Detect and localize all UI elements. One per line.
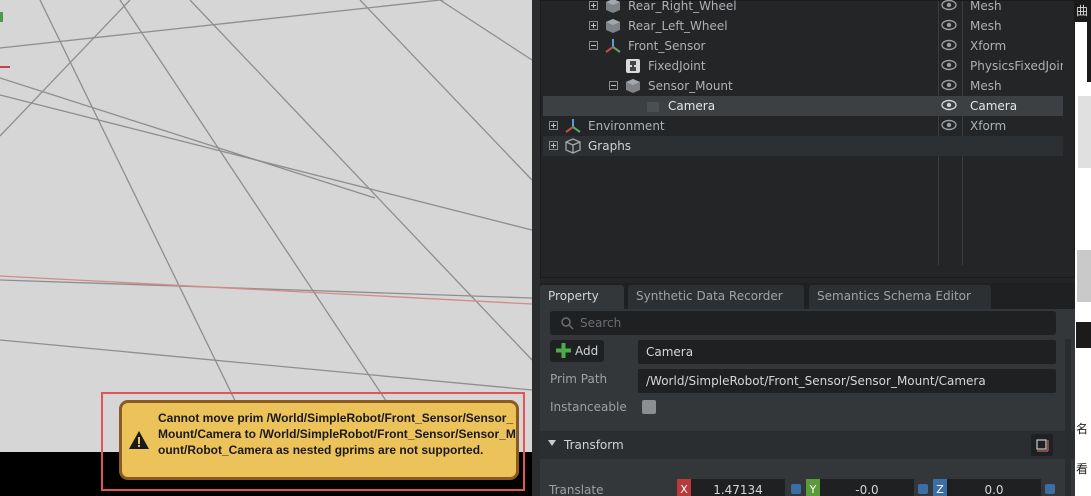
prim-name-field[interactable]: Camera xyxy=(638,340,1056,364)
expand-icon[interactable] xyxy=(549,121,558,130)
xform-axes-icon xyxy=(565,119,581,133)
visibility-eye-icon[interactable] xyxy=(941,119,957,131)
tree-row-front-sensor[interactable]: Front_Sensor Xform xyxy=(543,36,1063,56)
tab-semantics-schema-editor[interactable]: Semantics Schema Editor xyxy=(809,285,991,309)
mesh-cube-icon xyxy=(606,19,620,33)
axis-y-label: Y xyxy=(806,479,820,496)
collapse-triangle-icon[interactable] xyxy=(548,440,556,446)
mesh-cube-icon xyxy=(606,0,620,13)
transform-frame-icon xyxy=(1036,439,1049,452)
transform-title: Transform xyxy=(564,438,624,452)
tree-row-type: Mesh xyxy=(970,79,1002,93)
expand-icon[interactable] xyxy=(549,141,558,150)
warning-notification[interactable]: Cannot move prim /World/SimpleRobot/Fron… xyxy=(119,400,519,480)
tree-row-label: Rear_Left_Wheel xyxy=(628,19,728,33)
notification-text: Cannot move prim /World/SimpleRobot/Fron… xyxy=(158,411,516,457)
tree-row-label: Front_Sensor xyxy=(628,39,706,53)
visibility-eye-icon[interactable] xyxy=(941,79,957,91)
camera-icon xyxy=(647,102,659,112)
tree-row-label: Camera xyxy=(668,99,716,113)
tree-row-type: Mesh xyxy=(970,0,1002,13)
visibility-eye-icon[interactable] xyxy=(941,59,957,71)
translate-z-field[interactable]: 0.0 xyxy=(947,479,1041,496)
expand-icon[interactable] xyxy=(589,1,598,10)
background-text: 看 xyxy=(1076,462,1089,476)
xform-axes-icon xyxy=(605,39,621,53)
warning-icon xyxy=(129,431,149,449)
tree-row-label: Environment xyxy=(588,119,665,133)
keyframe-y-icon[interactable] xyxy=(918,484,928,494)
property-scrollbar[interactable] xyxy=(1065,339,1071,496)
collapse-icon[interactable] xyxy=(589,41,598,50)
tree-row-label: FixedJoint xyxy=(648,59,706,73)
axis-x-label: X xyxy=(677,479,691,496)
background-image xyxy=(1078,96,1091,168)
tree-row-type: Mesh xyxy=(970,19,1002,33)
background-window: 曲 名 看 xyxy=(1075,0,1091,496)
joint-icon xyxy=(626,59,640,73)
transform-options-button[interactable] xyxy=(1031,434,1053,456)
instanceable-label: Instanceable xyxy=(550,400,627,414)
prim-path-field[interactable]: /World/SimpleRobot/Front_Sensor/Sensor_M… xyxy=(638,369,1056,393)
tree-row-type: Xform xyxy=(970,39,1007,53)
keyframe-x-icon[interactable] xyxy=(791,484,801,494)
property-panel: Search Add Camera Prim Path /World/Simpl… xyxy=(540,309,1075,496)
tab-synthetic-data-recorder[interactable]: Synthetic Data Recorder xyxy=(628,285,804,309)
transform-section-header[interactable]: Transform xyxy=(540,431,1075,459)
tree-row-fixed-joint[interactable]: FixedJoint PhysicsFixedJoint xyxy=(543,56,1063,76)
prim-path-label: Prim Path xyxy=(550,372,608,386)
plus-icon xyxy=(556,343,571,358)
tree-row-label: Graphs xyxy=(588,139,632,153)
panel-splitter[interactable] xyxy=(532,0,540,496)
collapse-icon[interactable] xyxy=(609,81,618,90)
tree-row-type: Camera xyxy=(970,99,1018,113)
property-search-input[interactable]: Search xyxy=(550,311,1056,335)
tree-row-sensor-mount[interactable]: Sensor_Mount Mesh xyxy=(543,76,1063,96)
keyframe-z-icon[interactable] xyxy=(1045,484,1055,494)
add-button-label: Add xyxy=(575,344,599,358)
visibility-eye-icon[interactable] xyxy=(941,19,957,31)
translate-x-field[interactable]: 1.47134 xyxy=(691,479,785,496)
tree-row-type: PhysicsFixedJoint xyxy=(970,59,1063,73)
tree-row-rear-right-wheel[interactable]: Rear_Right_Wheel Mesh xyxy=(543,0,1063,16)
add-button[interactable]: Add xyxy=(550,340,604,362)
background-text: 名 xyxy=(1076,422,1089,436)
tree-row-label: Rear_Right_Wheel xyxy=(628,0,737,13)
property-tabs: Property Synthetic Data Recorder Semanti… xyxy=(540,283,1075,309)
expand-icon[interactable] xyxy=(589,21,598,30)
axis-z-label: Z xyxy=(933,479,947,496)
background-window-strip xyxy=(1087,22,1091,82)
right-panel: Rear_Right_Wheel Mesh Rear_Left_Wheel Me… xyxy=(540,0,1075,496)
mesh-cube-icon xyxy=(626,79,640,93)
tree-row-type: Xform xyxy=(970,119,1007,133)
tree-row-environment[interactable]: Environment Xform xyxy=(543,116,1063,136)
background-window-strip xyxy=(1076,322,1091,348)
translate-label: Translate xyxy=(549,483,604,496)
visibility-eye-icon[interactable] xyxy=(941,99,957,111)
visibility-eye-icon[interactable] xyxy=(941,39,957,51)
tree-row-graphs[interactable]: Graphs xyxy=(543,136,1063,156)
tree-row-camera[interactable]: Camera Camera xyxy=(543,96,1063,116)
instanceable-checkbox[interactable] xyxy=(642,400,656,414)
background-text: 曲 xyxy=(1076,4,1089,18)
search-icon xyxy=(561,317,574,330)
scope-cube-icon xyxy=(565,138,581,154)
translate-y-field[interactable]: -0.0 xyxy=(820,479,914,496)
tree-row-label: Sensor_Mount xyxy=(648,79,733,93)
visibility-eye-icon[interactable] xyxy=(941,0,957,11)
stage-tree: Rear_Right_Wheel Mesh Rear_Left_Wheel Me… xyxy=(540,0,1075,278)
search-placeholder: Search xyxy=(580,316,622,330)
tree-row-rear-left-wheel[interactable]: Rear_Left_Wheel Mesh xyxy=(543,16,1063,36)
background-image xyxy=(1077,250,1091,302)
tab-property[interactable]: Property xyxy=(540,285,624,309)
